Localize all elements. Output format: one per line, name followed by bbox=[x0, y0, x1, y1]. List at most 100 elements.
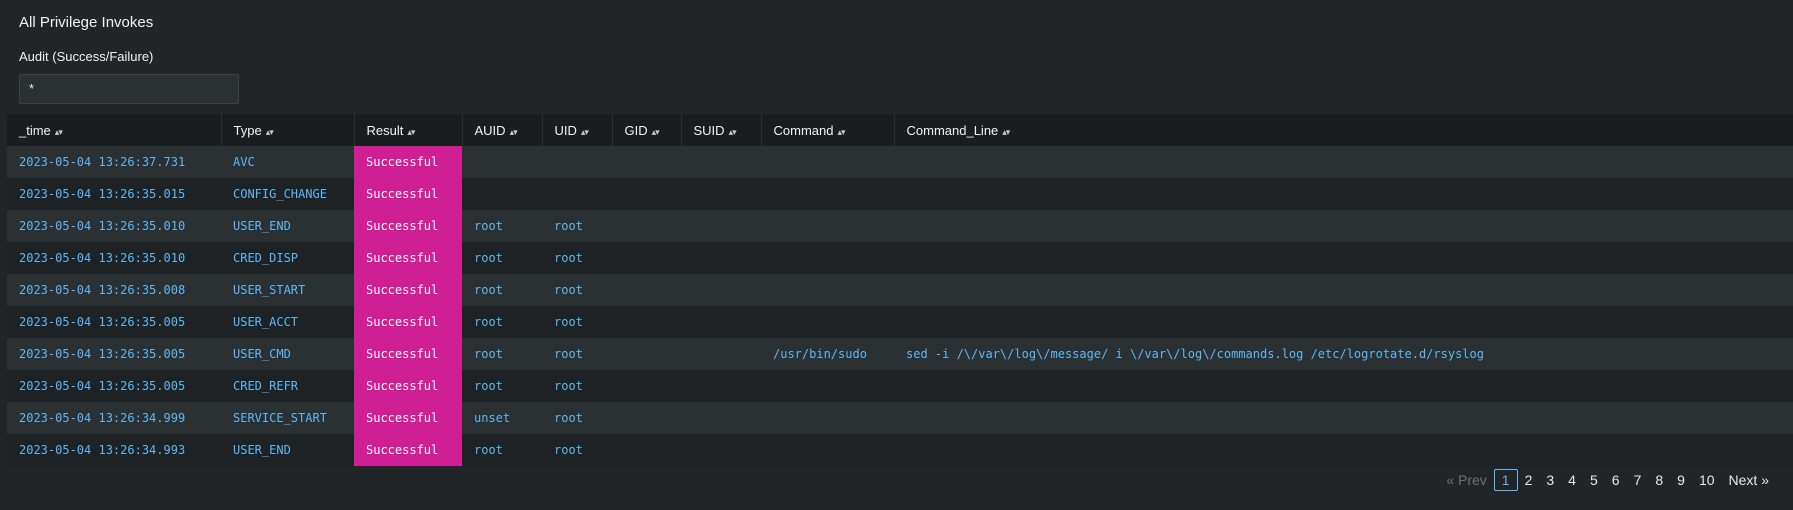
table-row[interactable]: 2023-05-04 13:26:35.015 CONFIG_CHANGE Succ… bbox=[7, 178, 1793, 210]
cell-command bbox=[761, 210, 894, 242]
cell-uid[interactable]: root bbox=[542, 338, 612, 370]
cell-result[interactable]: Successful bbox=[354, 402, 462, 434]
column-header-type[interactable]: Type ▴▾ bbox=[221, 114, 355, 146]
cell-type[interactable]: USER_END bbox=[221, 434, 354, 466]
cell-type[interactable]: CONFIG_CHANGE bbox=[221, 178, 354, 210]
cell-uid bbox=[542, 146, 612, 178]
cell-uid[interactable]: root bbox=[542, 242, 612, 274]
page-number-button[interactable]: 1 bbox=[1493, 469, 1518, 491]
cell-command[interactable]: /usr/bin/sudo bbox=[761, 338, 894, 370]
cell-command-line bbox=[894, 434, 1793, 466]
cell-command-line[interactable]: sed -i /\/var\/log\/message/ i \/var\/lo… bbox=[894, 338, 1793, 370]
cell-uid[interactable]: root bbox=[542, 402, 612, 434]
column-header-result[interactable]: Result ▴▾ bbox=[354, 114, 463, 146]
column-header-suid[interactable]: SUID ▴▾ bbox=[681, 114, 762, 146]
page-number-button[interactable]: 6 bbox=[1605, 469, 1627, 491]
cell-uid[interactable]: root bbox=[542, 434, 612, 466]
cell-time[interactable]: 2023-05-04 13:26:34.993 bbox=[7, 434, 221, 466]
cell-result[interactable]: Successful bbox=[354, 210, 462, 242]
cell-auid[interactable]: unset bbox=[462, 402, 542, 434]
cell-result[interactable]: Successful bbox=[354, 274, 462, 306]
cell-type[interactable]: USER_ACCT bbox=[221, 306, 354, 338]
cell-type[interactable]: AVC bbox=[221, 146, 354, 178]
column-header-gid[interactable]: GID ▴▾ bbox=[612, 114, 682, 146]
page-number-button[interactable]: 8 bbox=[1648, 469, 1670, 491]
cell-suid bbox=[681, 210, 761, 242]
sort-icon[interactable]: ▴▾ bbox=[837, 127, 845, 137]
sort-icon[interactable]: ▴▾ bbox=[407, 127, 415, 137]
column-header-uid[interactable]: UID ▴▾ bbox=[542, 114, 613, 146]
cell-type[interactable]: CRED_DISP bbox=[221, 242, 354, 274]
sort-icon[interactable]: ▴▾ bbox=[510, 127, 518, 137]
cell-type[interactable]: CRED_REFR bbox=[221, 370, 354, 402]
table-row[interactable]: 2023-05-04 13:26:35.005 CRED_REFR Successf… bbox=[7, 370, 1793, 402]
cell-time[interactable]: 2023-05-04 13:26:35.005 bbox=[7, 370, 221, 402]
cell-auid bbox=[462, 146, 542, 178]
cell-auid[interactable]: root bbox=[462, 210, 542, 242]
cell-time[interactable]: 2023-05-04 13:26:35.010 bbox=[7, 210, 221, 242]
cell-result[interactable]: Successful bbox=[354, 338, 462, 370]
column-header-command[interactable]: Command ▴▾ bbox=[761, 114, 895, 146]
cell-command bbox=[761, 146, 894, 178]
table-row[interactable]: 2023-05-04 13:26:35.010 USER_END Successfu… bbox=[7, 210, 1793, 242]
sort-icon[interactable]: ▴▾ bbox=[55, 127, 63, 137]
page-number-button[interactable]: 4 bbox=[1561, 469, 1583, 491]
column-header-command-line[interactable]: Command_Line ▴▾ bbox=[894, 114, 1793, 146]
cell-result[interactable]: Successful bbox=[354, 146, 462, 178]
cell-result[interactable]: Successful bbox=[354, 178, 462, 210]
prev-page-button[interactable]: « Prev bbox=[1439, 469, 1493, 491]
cell-gid bbox=[612, 146, 681, 178]
cell-type[interactable]: SERVICE_START bbox=[221, 402, 354, 434]
cell-auid[interactable]: root bbox=[462, 338, 542, 370]
cell-type[interactable]: USER_START bbox=[221, 274, 354, 306]
cell-uid[interactable]: root bbox=[542, 274, 612, 306]
column-header-label: AUID bbox=[474, 122, 506, 138]
audit-filter-input[interactable]: * bbox=[19, 74, 239, 104]
cell-uid[interactable]: root bbox=[542, 210, 612, 242]
cell-time[interactable]: 2023-05-04 13:26:37.731 bbox=[7, 146, 221, 178]
next-page-button[interactable]: Next » bbox=[1722, 469, 1776, 491]
table-row[interactable]: 2023-05-04 13:26:37.731 AVC Successful bbox=[7, 146, 1793, 178]
cell-result[interactable]: Successful bbox=[354, 370, 462, 402]
column-header-auid[interactable]: AUID ▴▾ bbox=[462, 114, 543, 146]
cell-auid[interactable]: root bbox=[462, 306, 542, 338]
sort-icon[interactable]: ▴▾ bbox=[729, 127, 737, 137]
cell-time[interactable]: 2023-05-04 13:26:35.010 bbox=[7, 242, 221, 274]
cell-command bbox=[761, 370, 894, 402]
cell-result[interactable]: Successful bbox=[354, 306, 462, 338]
table-row[interactable]: 2023-05-04 13:26:35.005 USER_CMD Successfu… bbox=[7, 338, 1793, 370]
column-header-time[interactable]: _time ▴▾ bbox=[7, 114, 222, 146]
cell-time[interactable]: 2023-05-04 13:26:35.005 bbox=[7, 306, 221, 338]
page-number-button[interactable]: 5 bbox=[1583, 469, 1605, 491]
table-row[interactable]: 2023-05-04 13:26:35.010 CRED_DISP Successf… bbox=[7, 242, 1793, 274]
cell-time[interactable]: 2023-05-04 13:26:34.999 bbox=[7, 402, 221, 434]
cell-suid bbox=[681, 178, 761, 210]
sort-icon[interactable]: ▴▾ bbox=[652, 127, 660, 137]
cell-time[interactable]: 2023-05-04 13:26:35.005 bbox=[7, 338, 221, 370]
cell-auid[interactable]: root bbox=[462, 434, 542, 466]
cell-auid[interactable]: root bbox=[462, 370, 542, 402]
cell-suid bbox=[681, 338, 761, 370]
sort-icon[interactable]: ▴▾ bbox=[266, 127, 274, 137]
cell-auid[interactable]: root bbox=[462, 242, 542, 274]
page-number-button[interactable]: 2 bbox=[1518, 469, 1540, 491]
page-number-button[interactable]: 10 bbox=[1692, 469, 1722, 491]
table-row[interactable]: 2023-05-04 13:26:34.999 SERVICE_START Succ… bbox=[7, 402, 1793, 434]
cell-type[interactable]: USER_END bbox=[221, 210, 354, 242]
sort-icon[interactable]: ▴▾ bbox=[581, 127, 589, 137]
cell-type[interactable]: USER_CMD bbox=[221, 338, 354, 370]
page-number-button[interactable]: 7 bbox=[1627, 469, 1649, 491]
table-row[interactable]: 2023-05-04 13:26:34.993 USER_END Successfu… bbox=[7, 434, 1793, 466]
cell-uid[interactable]: root bbox=[542, 370, 612, 402]
cell-result[interactable]: Successful bbox=[354, 434, 462, 466]
cell-result[interactable]: Successful bbox=[354, 242, 462, 274]
sort-icon[interactable]: ▴▾ bbox=[1002, 127, 1010, 137]
cell-time[interactable]: 2023-05-04 13:26:35.015 bbox=[7, 178, 221, 210]
cell-time[interactable]: 2023-05-04 13:26:35.008 bbox=[7, 274, 221, 306]
cell-uid[interactable]: root bbox=[542, 306, 612, 338]
cell-auid[interactable]: root bbox=[462, 274, 542, 306]
table-row[interactable]: 2023-05-04 13:26:35.008 USER_START Success… bbox=[7, 274, 1793, 306]
page-number-button[interactable]: 9 bbox=[1670, 469, 1692, 491]
table-row[interactable]: 2023-05-04 13:26:35.005 USER_ACCT Successf… bbox=[7, 306, 1793, 338]
page-number-button[interactable]: 3 bbox=[1539, 469, 1561, 491]
